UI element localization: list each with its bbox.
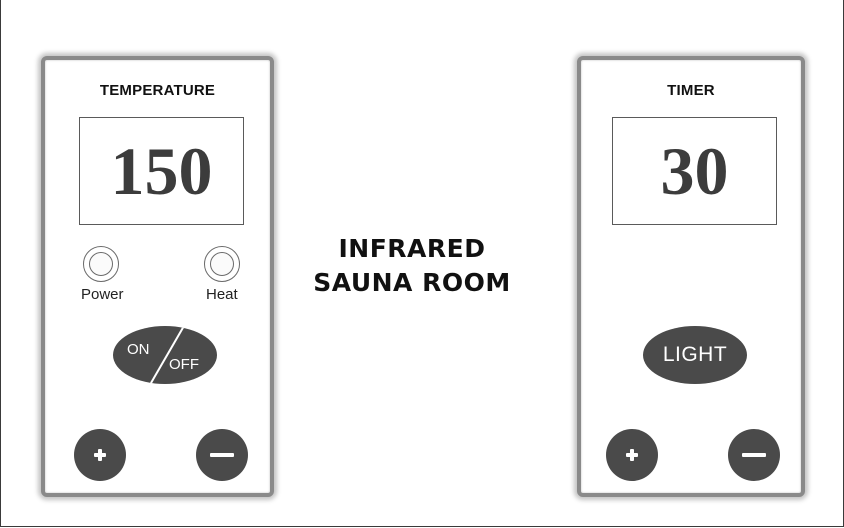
temperature-value: 150 [110, 133, 213, 209]
timer-increase-button[interactable] [606, 429, 658, 481]
power-indicator-label: Power [81, 286, 124, 303]
sauna-title-line1: INFRARED [338, 234, 486, 263]
timer-display: 30 [612, 117, 777, 225]
temperature-panel: TEMPERATURE 150 Power Heat ON OFF [41, 56, 274, 497]
sauna-title-line2: SAUNA ROOM [313, 268, 511, 297]
temperature-display: 150 [79, 117, 244, 225]
temperature-decrease-button[interactable] [196, 429, 248, 481]
on-label: ON [127, 341, 150, 358]
off-label: OFF [169, 356, 199, 373]
heat-indicator-light [204, 246, 240, 282]
temperature-increase-button[interactable] [74, 429, 126, 481]
on-off-button[interactable]: ON OFF [113, 326, 217, 384]
timer-panel: TIMER 30 LIGHT [577, 56, 805, 497]
timer-title: TIMER [667, 82, 715, 99]
timer-decrease-button[interactable] [728, 429, 780, 481]
sauna-title: INFRARED SAUNA ROOM [299, 232, 525, 300]
control-screen: TEMPERATURE 150 Power Heat ON OFF INFRAR… [0, 0, 844, 527]
temperature-title: TEMPERATURE [99, 82, 216, 99]
timer-value: 30 [660, 133, 729, 209]
power-indicator-light [83, 246, 119, 282]
light-button[interactable]: LIGHT [643, 326, 747, 384]
heat-indicator-label: Heat [206, 286, 238, 303]
